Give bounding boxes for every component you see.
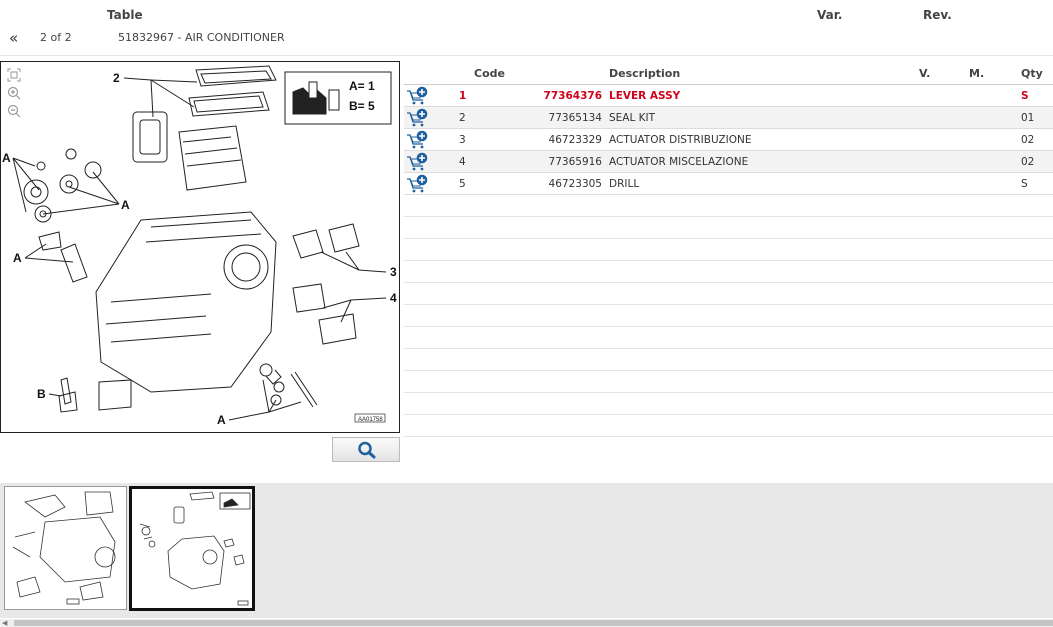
parts-table-empty-rows bbox=[404, 195, 1053, 437]
empty-table-row bbox=[404, 415, 1053, 437]
cell-code: 77365916 bbox=[548, 156, 602, 168]
add-to-cart-icon[interactable] bbox=[406, 108, 430, 128]
page-info: 2 of 2 bbox=[40, 31, 72, 44]
cell-code: 46723305 bbox=[548, 178, 602, 190]
cell-ref: 5 bbox=[459, 178, 466, 190]
thumbnail-table-2[interactable] bbox=[129, 486, 255, 611]
parts-table-header: Code Description V. M. Qty bbox=[404, 62, 1053, 85]
table-row[interactable]: 1 77364376 LEVER ASSY S bbox=[404, 85, 1053, 107]
zoom-toolbar bbox=[7, 68, 21, 118]
table-title: 51832967 - AIR CONDITIONER bbox=[118, 31, 285, 44]
cell-description: ACTUATOR MISCELAZIONE bbox=[609, 156, 749, 168]
callout-2: 2 bbox=[113, 71, 120, 85]
add-to-cart-icon[interactable] bbox=[406, 86, 430, 106]
col-v: V. bbox=[919, 67, 931, 80]
callout-3: 3 bbox=[390, 265, 397, 279]
cell-ref: 4 bbox=[459, 156, 466, 168]
col-m: M. bbox=[969, 67, 985, 80]
scroll-left-icon[interactable]: ◀ bbox=[2, 619, 7, 627]
callout-a: A bbox=[217, 413, 226, 427]
table-row[interactable]: 5 46723305 DRILL S bbox=[404, 173, 1053, 195]
thumbnail-table-1[interactable] bbox=[4, 486, 127, 610]
cell-description: LEVER ASSY bbox=[609, 90, 681, 102]
magnifier-icon bbox=[358, 441, 376, 459]
var-label: Var. bbox=[817, 8, 843, 22]
col-code: Code bbox=[474, 67, 505, 80]
zoom-in-icon[interactable] bbox=[7, 86, 21, 100]
add-to-cart-icon[interactable] bbox=[406, 130, 430, 150]
diagram-drawing: 2 3 4 A A A A B A= 1 B= 5 AA01758 bbox=[2, 65, 397, 427]
table-header: Table Var. Rev. « 2 of 2 51832967 - AIR … bbox=[0, 0, 1053, 56]
cell-ref: 1 bbox=[459, 90, 467, 102]
callout-4: 4 bbox=[390, 291, 397, 305]
col-description: Description bbox=[609, 67, 681, 80]
empty-table-row bbox=[404, 239, 1053, 261]
zoom-out-icon[interactable] bbox=[7, 104, 21, 118]
cell-qty: S bbox=[1021, 178, 1028, 190]
parts-table-body: 1 77364376 LEVER ASSY S 2 77365134 SEAL KIT 01 3… bbox=[404, 85, 1053, 195]
empty-table-row bbox=[404, 349, 1053, 371]
col-qty: Qty bbox=[1021, 67, 1043, 80]
table-label: Table bbox=[107, 8, 143, 22]
cell-code: 46723329 bbox=[548, 134, 602, 146]
empty-table-row bbox=[404, 327, 1053, 349]
rev-label: Rev. bbox=[923, 8, 952, 22]
empty-table-row bbox=[404, 195, 1053, 217]
cell-ref: 3 bbox=[459, 134, 466, 146]
empty-table-row bbox=[404, 393, 1053, 415]
empty-table-row bbox=[404, 283, 1053, 305]
add-to-cart-icon[interactable] bbox=[406, 152, 430, 172]
callout-a: A bbox=[2, 151, 11, 165]
legend-b: B= 5 bbox=[349, 99, 375, 113]
empty-table-row bbox=[404, 305, 1053, 327]
cell-description: ACTUATOR DISTRIBUZIONE bbox=[609, 134, 752, 146]
previous-table-button[interactable]: « bbox=[9, 30, 18, 46]
table-row[interactable]: 2 77365134 SEAL KIT 01 bbox=[404, 107, 1053, 129]
search-button[interactable] bbox=[332, 437, 400, 462]
cell-ref: 2 bbox=[459, 112, 466, 124]
cell-code: 77365134 bbox=[548, 112, 602, 124]
cell-qty: 02 bbox=[1021, 156, 1035, 168]
callout-a: A bbox=[13, 251, 22, 265]
exploded-diagram[interactable]: 2 3 4 A A A A B A= 1 B= 5 AA01758 bbox=[0, 61, 400, 433]
cell-qty: 01 bbox=[1021, 112, 1035, 124]
callout-b: B bbox=[37, 387, 46, 401]
empty-table-row bbox=[404, 261, 1053, 283]
cell-description: DRILL bbox=[609, 178, 640, 190]
image-code: AA01758 bbox=[358, 417, 383, 423]
parts-table: Code Description V. M. Qty 1 77364376 LEVE… bbox=[404, 62, 1053, 437]
add-to-cart-icon[interactable] bbox=[406, 174, 430, 194]
cell-code: 77364376 bbox=[543, 90, 602, 102]
empty-table-row bbox=[404, 217, 1053, 239]
cell-qty: S bbox=[1021, 90, 1029, 102]
table-row[interactable]: 3 46723329 ACTUATOR DISTRIBUZIONE 02 bbox=[404, 129, 1053, 151]
empty-table-row bbox=[404, 371, 1053, 393]
cell-description: SEAL KIT bbox=[609, 112, 656, 124]
legend-a: A= 1 bbox=[349, 79, 375, 93]
table-row[interactable]: 4 77365916 ACTUATOR MISCELAZIONE 02 bbox=[404, 151, 1053, 173]
thumbnail-strip bbox=[0, 483, 1053, 618]
cell-qty: 02 bbox=[1021, 134, 1035, 146]
callout-a: A bbox=[121, 198, 130, 212]
zoom-fit-icon[interactable] bbox=[7, 68, 21, 82]
horizontal-scrollbar[interactable]: ◀ bbox=[0, 619, 1053, 627]
scrollbar-thumb[interactable] bbox=[14, 620, 1053, 626]
